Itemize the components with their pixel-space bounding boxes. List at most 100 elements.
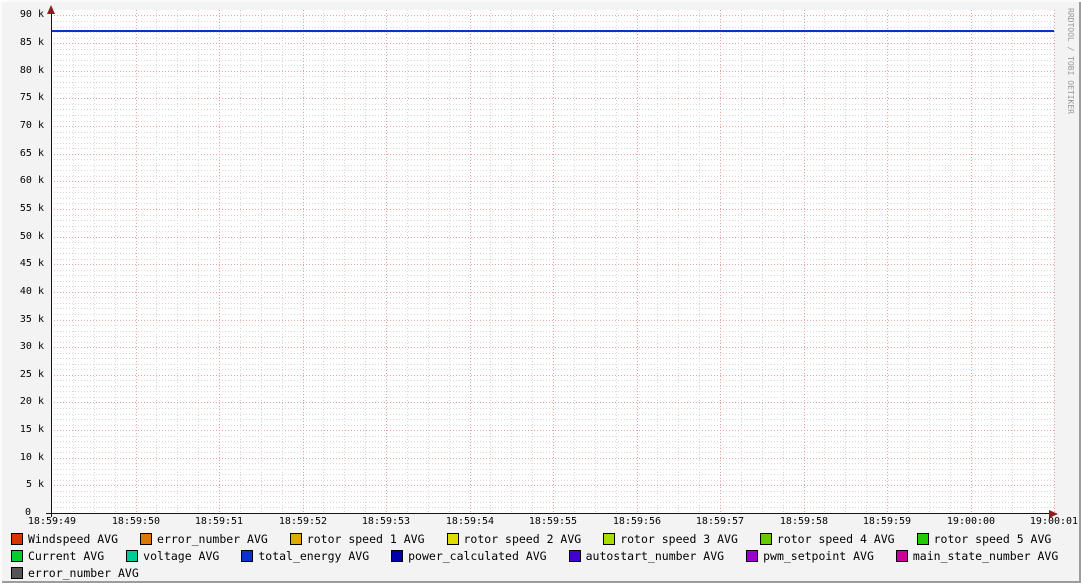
legend: Windspeed AVG error_number AVG rotor speed… [0, 530, 1081, 581]
minor-gridline-v [783, 10, 784, 513]
legend-item: rotor speed 5 AVG [916, 531, 1052, 546]
minor-gridline-v [678, 10, 679, 513]
legend-swatch-icon [11, 549, 23, 562]
rrdtool-watermark: RRDTOOL / TOBI OETIKER [1066, 8, 1075, 114]
major-gridline-v [887, 10, 888, 513]
x-tick-label: 18:59:54 [445, 516, 495, 527]
minor-gridline-v [657, 10, 658, 513]
minor-gridline-v [866, 10, 867, 513]
minor-gridline-v [323, 10, 324, 513]
minor-gridline-v [344, 10, 345, 513]
legend-label: voltage AVG [143, 548, 220, 563]
y-tick-label: 30 k [19, 341, 44, 352]
legend-label: main_state_number AVG [912, 548, 1059, 563]
legend-item: autostart_number AVG [568, 548, 725, 563]
rrdtool-graph: 90 k 85 k 80 k 75 k 70 k 65 k 60 k 55 k 50 k 45 k… [0, 0, 1081, 583]
legend-label: rotor speed 5 AVG [933, 531, 1052, 546]
legend-item: rotor speed 2 AVG [446, 531, 582, 546]
x-tick-label: 19:00:00 [946, 516, 996, 527]
y-tick-label: 65 k [19, 148, 44, 159]
legend-label: total_energy AVG [258, 548, 370, 563]
x-tick-label: 18:59:53 [361, 516, 411, 527]
minor-gridline-v [929, 10, 930, 513]
y-tick-label: 90 k [19, 9, 44, 20]
minor-gridline-v [156, 10, 157, 513]
legend-label: pwm_setpoint AVG [763, 548, 874, 563]
y-tick-label: 85 k [19, 37, 44, 48]
legend-swatch-icon [241, 549, 254, 562]
x-tick-label: 18:59:56 [612, 516, 662, 527]
minor-gridline-v [595, 10, 596, 513]
y-axis-arrow-icon [47, 5, 55, 14]
legend-item: voltage AVG [126, 549, 219, 563]
major-gridline-v [219, 10, 220, 513]
legend-row: Windspeed AVG error_number AVG rotor speed… [0, 530, 1081, 547]
x-tick-label: 18:59:55 [528, 516, 578, 527]
y-tick-label: 25 k [19, 369, 44, 380]
minor-gridline-v [741, 10, 742, 513]
legend-swatch-icon [11, 566, 23, 579]
legend-swatch-icon [11, 532, 23, 545]
minor-gridline-v [616, 10, 617, 513]
x-tick-label: 18:59:52 [278, 516, 328, 527]
minor-gridline-v [73, 10, 74, 513]
minor-gridline-v [574, 10, 575, 513]
minor-gridline-v [198, 10, 199, 513]
legend-row: error_number AVG [0, 564, 1081, 581]
y-tick-label: 5 k [25, 479, 44, 490]
major-gridline-v [386, 10, 387, 513]
legend-swatch-icon [759, 532, 772, 545]
minor-gridline-v [407, 10, 408, 513]
legend-item: error_number AVG [11, 566, 139, 580]
x-axis-line [46, 513, 1051, 514]
minor-gridline-v [699, 10, 700, 513]
y-tick-label: 45 k [19, 258, 44, 269]
legend-item: rotor speed 3 AVG [603, 532, 738, 546]
major-gridline-v [470, 10, 471, 513]
y-tick-label: 70 k [19, 120, 44, 131]
legend-label: rotor speed 4 AVG [776, 531, 895, 546]
y-tick-label: 55 k [19, 203, 44, 214]
y-tick-label: 60 k [19, 175, 44, 186]
y-tick-label: 10 k [19, 452, 44, 463]
legend-item: Current AVG [11, 549, 104, 563]
x-tick-label: 18:59:50 [111, 516, 161, 527]
x-tick-label: 18:59:49 [27, 516, 77, 527]
minor-gridline-v [177, 10, 178, 513]
major-gridline-v [1054, 10, 1055, 513]
legend-label: error_number AVG [28, 565, 139, 580]
minor-gridline-v [762, 10, 763, 513]
minor-gridline-v [532, 10, 533, 513]
legend-swatch-icon [446, 532, 459, 545]
legend-label: rotor speed 3 AVG [620, 531, 738, 546]
major-gridline-v [971, 10, 972, 513]
legend-swatch-icon [391, 549, 404, 562]
y-tick-label: 35 k [19, 314, 44, 325]
x-tick-label: 18:59:59 [862, 516, 912, 527]
minor-gridline-v [282, 10, 283, 513]
major-gridline-v [303, 10, 304, 513]
y-tick-label: 80 k [19, 65, 44, 76]
y-tick-label: 40 k [19, 286, 44, 297]
major-gridline-v [553, 10, 554, 513]
legend-label: autostart_number AVG [585, 548, 725, 563]
legend-label: Current AVG [28, 548, 105, 563]
legend-swatch-icon [289, 532, 302, 545]
minor-gridline-v [1012, 10, 1013, 513]
minor-gridline-v [115, 10, 116, 513]
legend-swatch-icon [126, 549, 139, 562]
minor-gridline-v [1033, 10, 1034, 513]
minor-gridline-v [94, 10, 95, 513]
y-axis-line [51, 9, 52, 517]
minor-gridline-v [845, 10, 846, 513]
x-tick-label: 19:00:01 [1029, 516, 1079, 527]
y-tick-label: 20 k [19, 396, 44, 407]
legend-label: Windspeed AVG [28, 531, 119, 546]
legend-label: power_calculated AVG [408, 548, 547, 563]
legend-label: rotor speed 2 AVG [463, 531, 582, 546]
minor-gridline-v [950, 10, 951, 513]
legend-item: rotor speed 1 AVG [289, 532, 425, 546]
major-gridline-v [136, 10, 137, 513]
legend-item: pwm_setpoint AVG [746, 549, 874, 563]
legend-item: main_state_number AVG [895, 548, 1059, 563]
